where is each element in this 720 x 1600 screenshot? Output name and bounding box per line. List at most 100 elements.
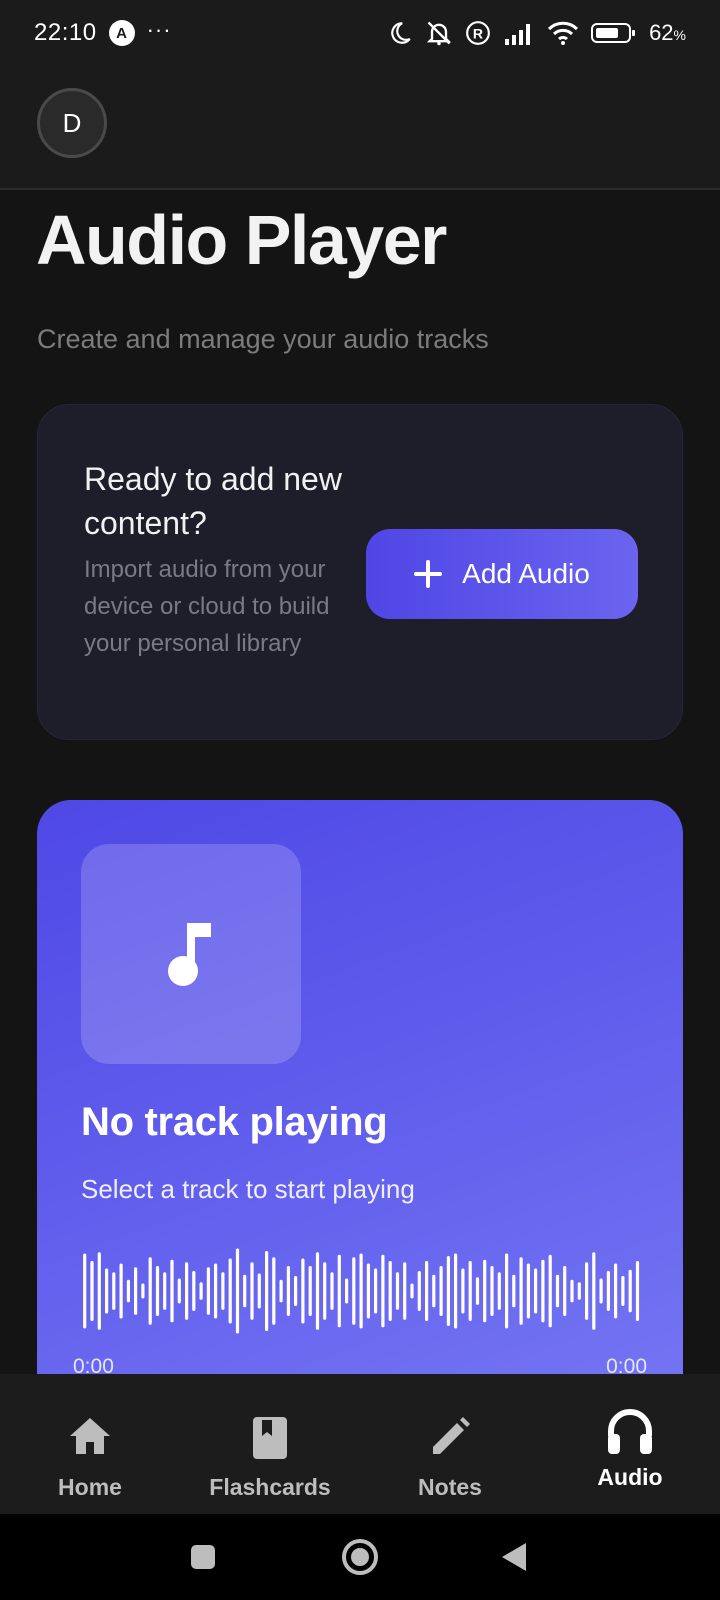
back-button[interactable] — [494, 1514, 534, 1600]
waveform-bar — [468, 1261, 472, 1321]
waveform-bar — [177, 1278, 181, 1304]
waveform-bar — [214, 1263, 218, 1319]
waveform-bar — [490, 1266, 494, 1316]
nav-item-notes[interactable]: Notes — [360, 1374, 540, 1514]
waveform-bar — [345, 1278, 349, 1304]
square-icon — [191, 1545, 215, 1569]
waveform-bar — [250, 1262, 254, 1320]
nav-label-audio: Audio — [597, 1464, 663, 1490]
waveform[interactable] — [81, 1246, 641, 1336]
nav-item-home[interactable]: Home — [0, 1374, 180, 1514]
moon-icon — [391, 22, 411, 44]
nav-label-notes: Notes — [418, 1474, 482, 1500]
waveform-bar — [337, 1254, 341, 1328]
now-playing-card: No track playing Select a track to start… — [37, 800, 683, 1420]
add-audio-button[interactable]: Add Audio — [366, 529, 638, 619]
signal-icon — [505, 24, 531, 45]
app-notification-icon: A — [108, 20, 135, 46]
waveform-bar — [185, 1262, 189, 1320]
waveform-bar — [483, 1259, 487, 1323]
waveform-bar — [155, 1266, 160, 1316]
waveform-bar — [585, 1262, 589, 1320]
waveform-bar — [621, 1276, 625, 1306]
waveform-bar — [577, 1282, 581, 1300]
waveform-bar — [432, 1274, 436, 1308]
waveform-bar — [563, 1266, 567, 1316]
waveform-bar — [555, 1274, 560, 1308]
add-card-title: Ready to add new content? — [84, 461, 342, 541]
waveform-bar — [461, 1268, 465, 1314]
svg-text:R: R — [473, 25, 483, 41]
waveform-bar — [352, 1257, 356, 1325]
circle-icon — [342, 1539, 378, 1575]
add-card-description: Import audio from your device or cloud t… — [84, 556, 330, 657]
status-bar: 22:10 A ··· R 62% — [0, 0, 720, 66]
battery-icon — [591, 23, 636, 43]
waveform-bar — [395, 1272, 400, 1310]
waveform-bar — [199, 1282, 203, 1300]
waveform-bar — [235, 1248, 240, 1334]
waveform-bar — [221, 1272, 225, 1310]
nav-label-flashcards: Flashcards — [209, 1474, 331, 1500]
waveform-bar — [403, 1262, 407, 1320]
waveform-bar — [548, 1254, 552, 1328]
waveform-bar — [294, 1276, 298, 1306]
track-title: No track playing — [81, 1100, 388, 1144]
waveform-bar — [497, 1272, 501, 1310]
page-subtitle: Create and manage your audio tracks — [37, 324, 489, 354]
waveform-bar — [388, 1261, 392, 1321]
waveform-bar — [330, 1272, 334, 1310]
add-content-card: Ready to add new content? Import audio f… — [37, 404, 683, 740]
waveform-bar — [366, 1263, 370, 1319]
battery-level: 62% — [649, 20, 686, 45]
waveform-bar — [90, 1261, 94, 1321]
waveform-bar — [592, 1252, 596, 1330]
home-button[interactable] — [336, 1514, 384, 1600]
waveform-bar — [97, 1252, 101, 1330]
system-navigation-bar — [0, 1514, 720, 1600]
registered-icon: R — [466, 21, 490, 45]
waveform-bar — [170, 1259, 174, 1323]
bell-muted-icon — [426, 21, 452, 46]
waveform-bar — [454, 1253, 458, 1329]
plus-icon — [414, 560, 443, 588]
avatar[interactable]: D — [37, 88, 107, 158]
bottom-navigation: Home Flashcards Notes Audio — [0, 1374, 720, 1514]
waveform-bar — [446, 1256, 450, 1326]
waveform-bar — [374, 1268, 378, 1314]
waveform-bar — [505, 1253, 509, 1329]
waveform-bar — [272, 1257, 276, 1325]
waveform-bar — [635, 1261, 640, 1321]
status-time: 22:10 — [34, 19, 97, 46]
waveform-bar — [265, 1251, 269, 1331]
add-audio-label: Add Audio — [462, 558, 590, 589]
waveform-bar — [257, 1273, 261, 1309]
waveform-bar — [315, 1252, 320, 1330]
status-left: 22:10 A ··· — [34, 17, 172, 47]
waveform-bar — [192, 1271, 196, 1311]
waveform-bar — [512, 1274, 516, 1308]
nav-item-audio[interactable]: Audio — [540, 1374, 720, 1514]
waveform-bar — [439, 1266, 443, 1316]
waveform-bar — [279, 1279, 283, 1303]
waveform-bar — [417, 1271, 421, 1311]
waveform-bar — [105, 1268, 109, 1314]
waveform-bar — [134, 1267, 138, 1315]
waveform-bar — [425, 1261, 429, 1321]
waveform-bar — [308, 1266, 312, 1316]
waveform-bar — [228, 1258, 232, 1324]
waveform-bar — [148, 1257, 152, 1325]
nav-item-flashcards[interactable]: Flashcards — [180, 1374, 360, 1514]
nav-label-home: Home — [58, 1474, 122, 1500]
recent-apps-button[interactable] — [182, 1514, 224, 1600]
music-note-icon — [168, 923, 211, 986]
waveform-bar — [126, 1279, 130, 1303]
more-notifications-icon: ··· — [146, 17, 172, 42]
back-triangle-icon — [502, 1543, 526, 1571]
waveform-bar — [206, 1267, 210, 1315]
waveform-bar — [628, 1269, 632, 1313]
waveform-bar — [599, 1278, 603, 1304]
home-icon — [70, 1418, 110, 1454]
waveform-bar — [359, 1253, 363, 1329]
waveform-bar — [570, 1279, 574, 1303]
